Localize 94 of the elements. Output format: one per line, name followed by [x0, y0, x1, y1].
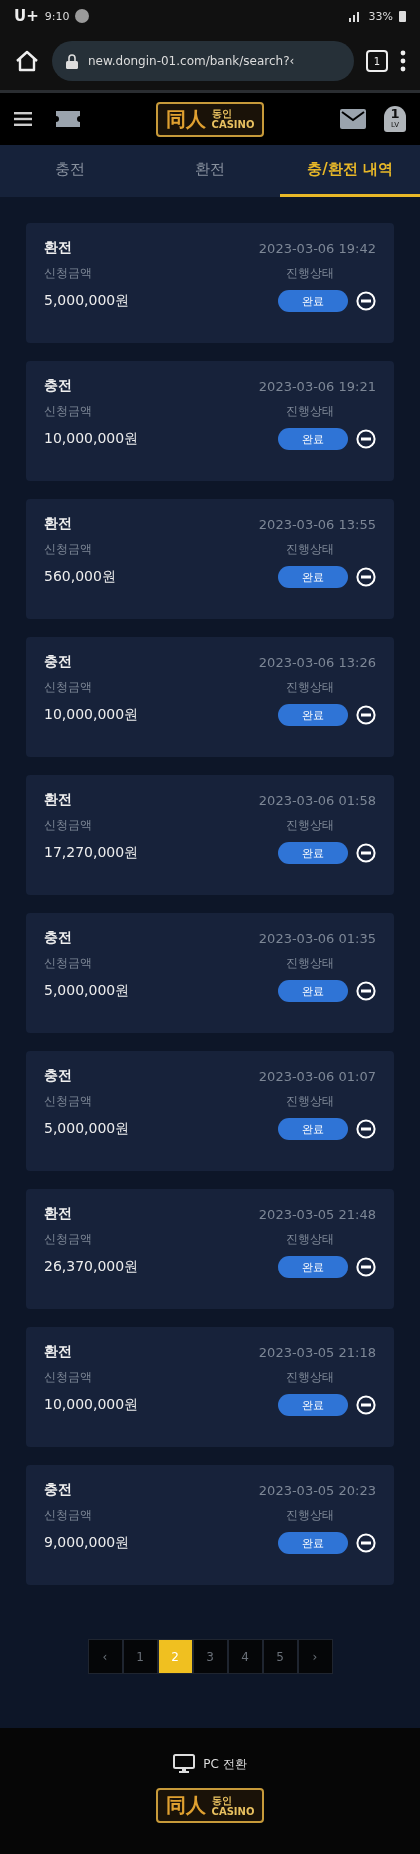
tab[interactable]: 환전 — [140, 145, 280, 197]
amount-value: 10,000,000원 — [44, 706, 139, 724]
status-label: 진행상태 — [286, 541, 334, 558]
amount-label: 신청금액 — [44, 265, 92, 282]
clock: 9:10 — [44, 9, 70, 23]
record-type: 환전 — [44, 239, 72, 257]
amount-value: 5,000,000원 — [44, 1120, 130, 1138]
status-badge: 완료 — [278, 1256, 348, 1278]
next-page-button[interactable]: › — [297, 1639, 333, 1674]
record-type: 충전 — [44, 1481, 72, 1499]
amount-value: 5,000,000원 — [44, 982, 130, 1000]
record-type: 환전 — [44, 1205, 72, 1223]
record-date: 2023-03-06 19:42 — [258, 240, 376, 256]
amount-label: 신청금액 — [44, 541, 92, 558]
amount-label: 신청금액 — [44, 403, 92, 420]
status-badge: 완료 — [278, 428, 348, 450]
status-label: 진행상태 — [286, 1231, 334, 1248]
amount-label: 신청금액 — [44, 1231, 92, 1248]
carrier-label: U+ — [14, 7, 39, 25]
record-date: 2023-03-06 13:55 — [258, 516, 376, 532]
record-type: 충전 — [44, 377, 72, 395]
amount-value: 26,370,000원 — [44, 1258, 139, 1276]
record-type: 충전 — [44, 653, 72, 671]
status-label: 진행상태 — [286, 955, 334, 972]
monitor-icon — [173, 1754, 196, 1774]
record-type: 환전 — [44, 791, 72, 809]
tab-count-button[interactable]: 1 — [366, 50, 388, 72]
notification-icon — [75, 9, 90, 23]
page-button[interactable]: 4 — [227, 1639, 263, 1674]
page-button[interactable]: 3 — [192, 1639, 228, 1674]
remove-icon[interactable] — [356, 1533, 376, 1553]
previous-page-button[interactable]: ‹ — [87, 1639, 123, 1674]
remove-icon[interactable] — [356, 1257, 376, 1277]
remove-icon[interactable] — [356, 1119, 376, 1139]
lock-icon — [66, 53, 78, 69]
status-badge: 완료 — [278, 704, 348, 726]
more-icon[interactable] — [400, 50, 406, 72]
amount-value: 560,000원 — [44, 568, 116, 586]
status-badge: 완료 — [278, 980, 348, 1002]
status-badge: 완료 — [278, 1394, 348, 1416]
home-icon[interactable] — [14, 49, 40, 73]
amount-label: 신청금액 — [44, 817, 92, 834]
status-badge: 완료 — [278, 290, 348, 312]
amount-value: 5,000,000원 — [44, 292, 130, 310]
record-date: 2023-03-05 20:23 — [258, 1482, 376, 1498]
address-bar[interactable]: new.dongin-01.com/bank/search?‹ — [52, 41, 354, 81]
remove-icon[interactable] — [356, 705, 376, 725]
record-type: 충전 — [44, 929, 72, 947]
status-label: 진행상태 — [286, 679, 334, 696]
ticket-icon[interactable] — [56, 111, 80, 127]
record-date: 2023-03-06 19:21 — [258, 378, 376, 394]
status-label: 진행상태 — [286, 1507, 334, 1524]
amount-value: 17,270,000원 — [44, 844, 139, 862]
status-badge: 완료 — [278, 566, 348, 588]
remove-icon[interactable] — [356, 567, 376, 587]
status-label: 진행상태 — [286, 1093, 334, 1110]
remove-icon[interactable] — [356, 1395, 376, 1415]
status-label: 진행상태 — [286, 265, 334, 282]
record-type: 환전 — [44, 515, 72, 533]
battery-percent: 33% — [368, 9, 393, 23]
page-button[interactable]: 1 — [122, 1639, 158, 1674]
record-date: 2023-03-06 01:58 — [258, 792, 376, 808]
amount-label: 신청금액 — [44, 1369, 92, 1386]
amount-label: 신청금액 — [44, 1507, 92, 1524]
record-type: 충전 — [44, 1067, 72, 1085]
status-badge: 완료 — [278, 1118, 348, 1140]
remove-icon[interactable] — [356, 291, 376, 311]
battery-icon — [399, 10, 406, 22]
tab[interactable]: 충/환전 내역 — [280, 145, 420, 197]
status-label: 진행상태 — [286, 403, 334, 420]
record-date: 2023-03-06 01:35 — [258, 930, 376, 946]
tab[interactable]: 충전 — [0, 145, 140, 197]
amount-value: 9,000,000원 — [44, 1534, 130, 1552]
pc-switch-link[interactable]: PC 전환 — [203, 1755, 247, 1773]
record-date: 2023-03-05 21:18 — [258, 1344, 376, 1360]
amount-label: 신청금액 — [44, 1093, 92, 1110]
status-badge: 완료 — [278, 842, 348, 864]
status-label: 진행상태 — [286, 817, 334, 834]
remove-icon[interactable] — [356, 981, 376, 1001]
menu-icon[interactable] — [14, 112, 32, 126]
amount-label: 신청금액 — [44, 955, 92, 972]
status-badge: 완료 — [278, 1532, 348, 1554]
record-date: 2023-03-06 01:07 — [258, 1068, 376, 1084]
status-label: 진행상태 — [286, 1369, 334, 1386]
amount-value: 10,000,000원 — [44, 1396, 139, 1414]
remove-icon[interactable] — [356, 843, 376, 863]
mail-icon[interactable] — [340, 109, 366, 129]
record-date: 2023-03-06 13:26 — [258, 654, 376, 670]
record-type: 환전 — [44, 1343, 72, 1361]
amount-label: 신청금액 — [44, 679, 92, 696]
record-date: 2023-03-05 21:48 — [258, 1206, 376, 1222]
amount-value: 10,000,000원 — [44, 430, 139, 448]
remove-icon[interactable] — [356, 429, 376, 449]
page-button[interactable]: 5 — [262, 1639, 298, 1674]
